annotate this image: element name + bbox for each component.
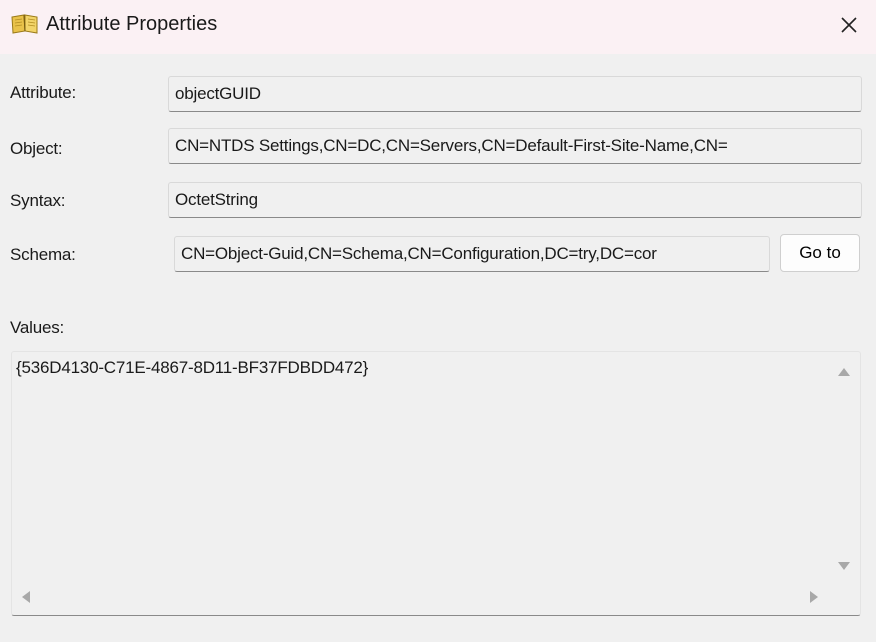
object-field[interactable]: CN=NTDS Settings,CN=DC,CN=Servers,CN=Def…	[168, 128, 862, 164]
values-list[interactable]: {536D4130-C71E-4867-8D11-BF37FDBDD472}	[11, 351, 861, 616]
scroll-right-icon[interactable]	[810, 591, 818, 603]
list-item[interactable]: {536D4130-C71E-4867-8D11-BF37FDBDD472}	[16, 358, 368, 378]
schema-field[interactable]: CN=Object-Guid,CN=Schema,CN=Configuratio…	[174, 236, 770, 272]
horizontal-scrollbar[interactable]	[12, 579, 828, 615]
attribute-label: Attribute:	[10, 83, 77, 102]
vertical-scrollbar[interactable]	[828, 352, 860, 580]
go-to-button[interactable]: Go to	[780, 234, 860, 272]
scroll-up-icon[interactable]	[838, 368, 850, 376]
schema-label: Schema:	[10, 245, 76, 264]
window-title: Attribute Properties	[46, 13, 218, 35]
syntax-label: Syntax:	[10, 191, 66, 210]
attribute-field[interactable]: objectGUID	[168, 76, 862, 112]
attribute-properties-dialog: Attribute Properties Attribute: objectGU…	[0, 0, 876, 642]
scroll-down-icon[interactable]	[838, 562, 850, 570]
close-icon	[841, 17, 857, 33]
close-button[interactable]	[832, 8, 866, 42]
values-label: Values:	[10, 318, 65, 337]
object-label: Object:	[10, 139, 63, 158]
scroll-left-icon[interactable]	[22, 591, 30, 603]
book-icon	[10, 12, 40, 36]
syntax-field[interactable]: OctetString	[168, 182, 862, 218]
title-bar[interactable]: Attribute Properties	[0, 0, 876, 54]
